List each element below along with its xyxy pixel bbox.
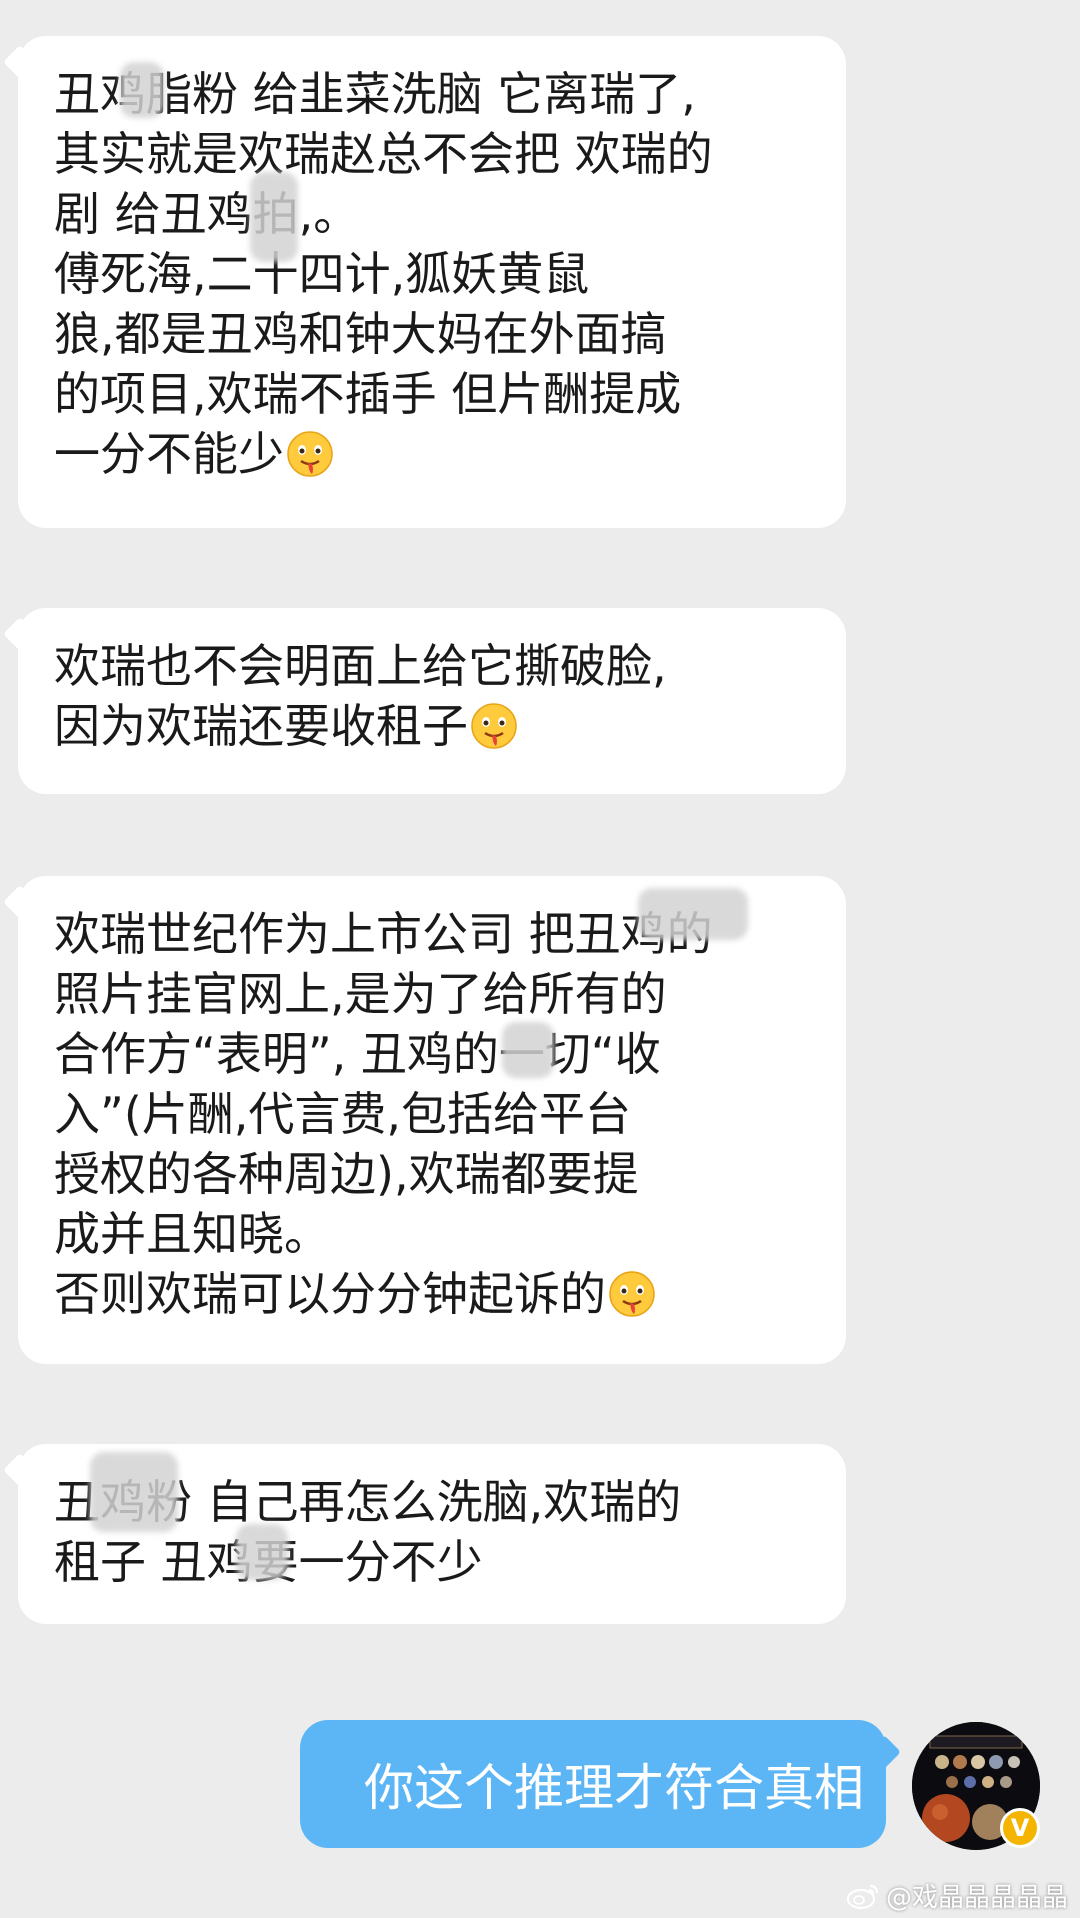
blurred-censor xyxy=(250,172,298,262)
message-line: 丑鸡脂粉 给韭菜洗脑 它离瑞了, xyxy=(54,67,696,121)
chat-area[interactable]: 丑鸡脂粉 给韭菜洗脑 它离瑞了, 其实就是欢瑞赵总不会把 欢瑞的 剧 给丑鸡拍,… xyxy=(0,0,1080,1918)
drooling-face-icon xyxy=(609,1271,655,1317)
verified-badge: V xyxy=(1000,1808,1040,1848)
my-message-text: 你这个推理才符合真相 xyxy=(364,1759,864,1817)
message-bubble[interactable]: 欢瑞世纪作为上市公司 把丑鸡的 照片挂官网上,是为了给所有的 合作方“表明”, … xyxy=(3,876,846,1364)
message-line: 合作方“表明”, 丑鸡的一切“收 xyxy=(54,1027,661,1081)
blurred-censor xyxy=(502,1022,554,1078)
blurred-censor xyxy=(236,1524,288,1580)
message-line: 狼,都是丑鸡和钟大妈在外面搞 xyxy=(54,307,667,361)
message-line: 租子 丑鸡要一分不少 xyxy=(54,1535,483,1589)
message-bubble[interactable]: 欢瑞也不会明面上给它撕破脸, 因为欢瑞还要收租子 xyxy=(3,608,846,794)
bubble-tail xyxy=(3,617,37,651)
bubble-tail xyxy=(867,1735,901,1769)
message-bubble[interactable]: 丑鸡脂粉 给韭菜洗脑 它离瑞了, 其实就是欢瑞赵总不会把 欢瑞的 剧 给丑鸡拍,… xyxy=(3,36,846,528)
drooling-face-icon xyxy=(287,431,333,477)
bubble-tail xyxy=(3,1453,37,1487)
message-line-with-emoji: 因为欢瑞还要收租子 xyxy=(54,696,812,756)
message-line-text: 一分不能少 xyxy=(54,427,284,481)
message-line: 欢瑞也不会明面上给它撕破脸, xyxy=(54,639,667,693)
blurred-censor xyxy=(90,1452,178,1532)
message-bubble[interactable]: 丑鸡粉 自己再怎么洗脑,欢瑞的 租子 丑鸡要一分不少 xyxy=(3,1444,846,1624)
message-line: 照片挂官网上,是为了给所有的 xyxy=(54,967,667,1021)
message-line-with-emoji: 否则欢瑞可以分分钟起诉的 xyxy=(54,1264,812,1324)
message-line: 入”(片酬,代言费,包括给平台 xyxy=(54,1087,632,1141)
message-line-with-emoji: 一分不能少 xyxy=(54,424,812,484)
watermark: @戏晶晶晶晶晶 xyxy=(846,1877,1068,1914)
blurred-censor xyxy=(638,888,748,940)
blurred-censor xyxy=(120,62,164,118)
watermark-text: @戏晶晶晶晶晶 xyxy=(885,1883,1068,1913)
message-line: 的项目,欢瑞不插手 但片酬提成 xyxy=(54,367,682,421)
verified-badge-text: V xyxy=(1010,1814,1030,1842)
my-message-bubble[interactable]: 你这个推理才符合真相 xyxy=(300,1720,901,1848)
message-line-text: 因为欢瑞还要收租子 xyxy=(54,699,468,753)
message-line: 剧 给丑鸡拍,。 xyxy=(54,187,360,241)
message-line: 傅死海,二十四计,狐妖黄鼠 xyxy=(54,247,590,301)
message-line: 授权的各种周边),欢瑞都要提 xyxy=(54,1147,639,1201)
message-line: 其实就是欢瑞赵总不会把 欢瑞的 xyxy=(54,127,713,181)
weibo-logo-icon xyxy=(846,1884,879,1909)
message-line-text: 否则欢瑞可以分分钟起诉的 xyxy=(54,1267,606,1321)
drooling-face-icon xyxy=(471,703,517,749)
message-line: 成并且知晓。 xyxy=(54,1207,330,1261)
bubble-tail xyxy=(3,45,37,79)
bubble-tail xyxy=(3,885,37,919)
